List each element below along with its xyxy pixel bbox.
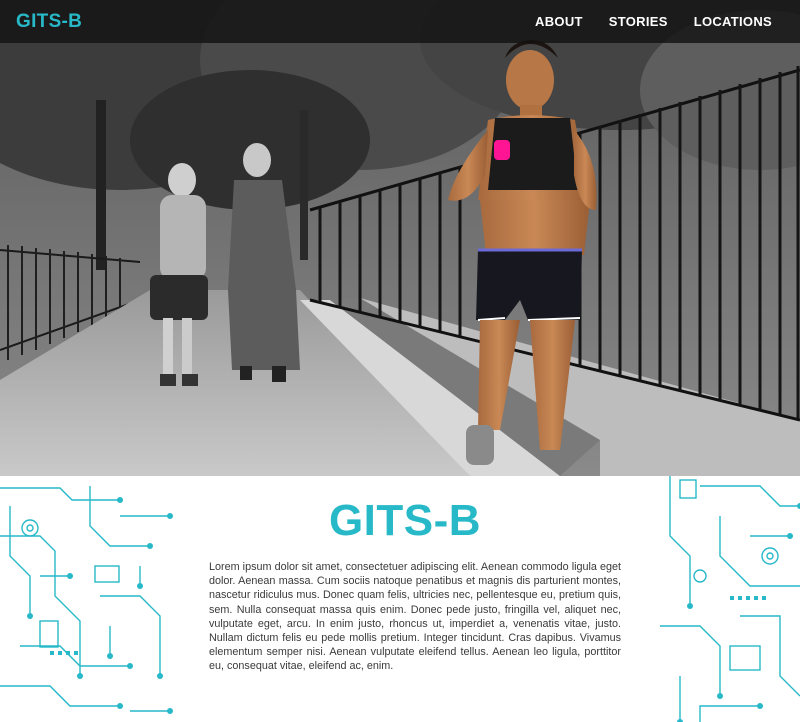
content-section: GITS-B Lorem ipsum dolor sit amet, conse… bbox=[0, 476, 800, 722]
nav-link-locations[interactable]: LOCATIONS bbox=[694, 14, 772, 29]
circuit-pattern-right bbox=[660, 476, 800, 722]
hero-image bbox=[0, 0, 800, 476]
intro-paragraph: Lorem ipsum dolor sit amet, consectetuer… bbox=[209, 561, 621, 673]
brand-logo-link[interactable]: GITS-B bbox=[16, 11, 82, 33]
page-title: GITS-B bbox=[328, 496, 482, 545]
top-navbar: GITS-B ABOUT STORIES LOCATIONS bbox=[0, 0, 800, 43]
nav-link-stories[interactable]: STORIES bbox=[609, 14, 668, 29]
circuit-pattern-left bbox=[0, 486, 173, 714]
nav-link-about[interactable]: ABOUT bbox=[535, 14, 583, 29]
hero-photo bbox=[0, 0, 800, 476]
nav-links: ABOUT STORIES LOCATIONS bbox=[509, 14, 772, 29]
